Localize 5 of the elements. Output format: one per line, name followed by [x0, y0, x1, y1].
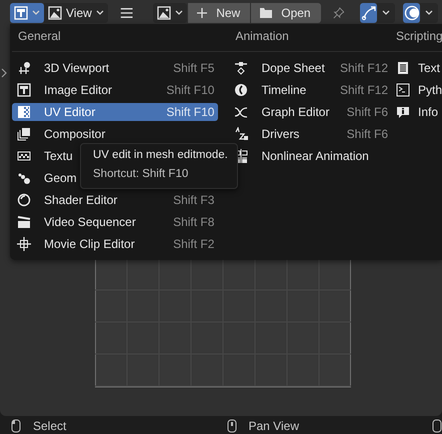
column-heading: General	[12, 24, 230, 52]
status-hint: Select	[33, 419, 66, 433]
tooltip: UV edit in mesh editmode. Shortcut: Shift F10	[80, 143, 238, 189]
column-heading: Scripting	[394, 24, 442, 52]
status-hint: Pan View	[248, 419, 299, 433]
